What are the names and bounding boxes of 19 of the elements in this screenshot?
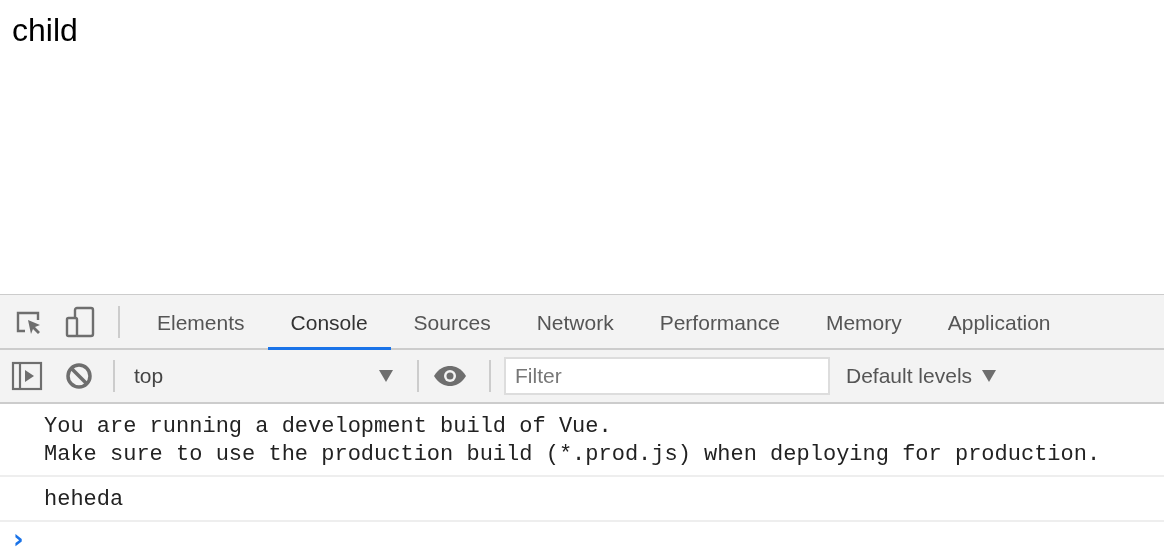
sidebar-toggle-icon[interactable] — [11, 361, 43, 391]
caret-icon — [379, 370, 393, 382]
page-heading: child — [12, 12, 78, 49]
console-message: You are running a development build of Vue. — [44, 413, 612, 441]
console-message: Make sure to use the production build (*.prod.js) when deploying for production. — [44, 441, 1101, 469]
context-dropdown[interactable]: top — [129, 356, 403, 396]
prompt-caret: › — [13, 524, 24, 554]
devtools-tab[interactable]: Performance — [636, 295, 803, 350]
clear-console-icon[interactable] — [65, 362, 93, 390]
eye-icon[interactable] — [433, 365, 467, 387]
caret-icon — [982, 370, 997, 382]
devtools-tab[interactable]: Network — [513, 295, 637, 350]
devtools-tab[interactable]: Application — [924, 295, 1074, 350]
levels-dropdown[interactable]: Default levels — [838, 364, 1005, 388]
filter-field[interactable]: Filter — [504, 357, 830, 395]
console-message: heheda — [44, 486, 124, 514]
devtools-tab[interactable]: Elements — [134, 295, 268, 350]
devtools-tab[interactable]: Sources — [390, 295, 514, 350]
devtools-tab[interactable]: Memory — [802, 295, 925, 350]
